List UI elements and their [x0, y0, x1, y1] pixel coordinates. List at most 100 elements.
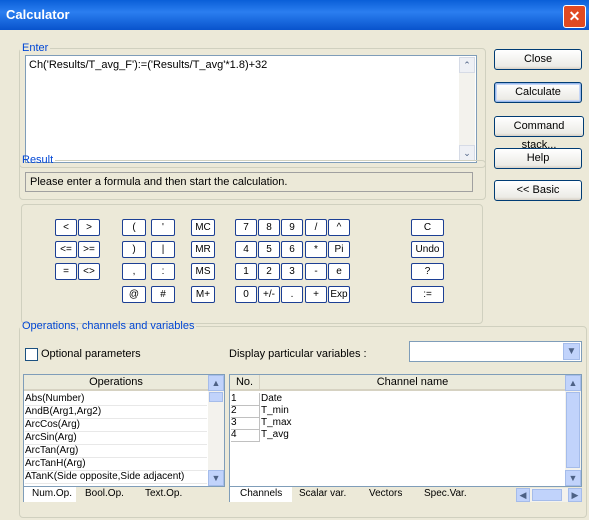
chevron-down-icon[interactable]: ▼	[563, 343, 580, 360]
channel-row-name[interactable]: T_avg	[261, 429, 561, 441]
key-keypad-num-2[interactable]: 9	[281, 219, 303, 236]
channel-row-name[interactable]: T_max	[261, 417, 561, 429]
basic-button[interactable]: << Basic	[494, 180, 582, 201]
key-keypad-ops1-4[interactable]: =	[55, 263, 77, 280]
scroll-up-icon[interactable]: ⌃	[459, 57, 475, 73]
optional-parameters-checkbox[interactable]	[25, 348, 38, 361]
tab-vectors[interactable]: Vectors	[369, 487, 402, 502]
close-button[interactable]: Close	[494, 49, 582, 70]
channels-scroll-up-icon[interactable]: ▲	[565, 375, 581, 391]
display-variables-label: Display particular variables :	[229, 348, 367, 360]
help-button[interactable]: Help	[494, 148, 582, 169]
key-keypad-right-0[interactable]: C	[411, 219, 444, 236]
hscroll-thumb[interactable]	[532, 489, 562, 501]
tab-channels[interactable]: Channels	[229, 487, 292, 502]
key-keypad-ops2-6[interactable]: @	[122, 286, 146, 303]
channels-tabs: Channels Scalar var. Vectors Spec.Var. ◀…	[229, 487, 582, 503]
key-keypad-num-9[interactable]: Pi	[328, 241, 350, 258]
tab-scalar-var-label: Scalar var.	[299, 488, 347, 499]
optional-parameters-label: Optional parameters	[41, 348, 141, 360]
key-keypad-num-8[interactable]: *	[305, 241, 327, 258]
channels-scroll-down-icon[interactable]: ▼	[565, 470, 581, 486]
tab-num-op[interactable]: Num.Op.	[23, 487, 76, 502]
tab-scalar-var[interactable]: Scalar var.	[299, 487, 346, 502]
list-item[interactable]: ArcTan(Arg)	[25, 445, 207, 458]
key-keypad-mem-0[interactable]: MC	[191, 219, 215, 236]
key-keypad-num-10[interactable]: 1	[235, 263, 257, 280]
channels-list[interactable]: No. Channel name 1 Date 2 T_min 3 T_max 4 T_avg…	[229, 374, 582, 487]
formula-input[interactable]: Ch('Results/T_avg_F'):=('Results/T_avg'*…	[25, 55, 477, 163]
key-keypad-num-16[interactable]: +/-	[258, 286, 280, 303]
key-keypad-right-3[interactable]: :=	[411, 286, 444, 303]
channels-scrollbar[interactable]: ▲ ▼	[565, 375, 581, 486]
key-keypad-ops2-5[interactable]: :	[151, 263, 175, 280]
list-item[interactable]: ArcCos(Arg)	[25, 419, 207, 432]
key-keypad-ops2-2[interactable]: )	[122, 241, 146, 258]
key-keypad-ops2-7[interactable]: #	[151, 286, 175, 303]
title-bar: Calculator ✕	[0, 0, 589, 30]
key-keypad-num-18[interactable]: +	[305, 286, 327, 303]
hscroll-right-icon[interactable]: ▶	[568, 488, 582, 502]
key-keypad-ops1-0[interactable]: <	[55, 219, 77, 236]
key-keypad-num-11[interactable]: 2	[258, 263, 280, 280]
key-keypad-right-1[interactable]: Undo	[411, 241, 444, 258]
key-keypad-num-13[interactable]: -	[305, 263, 327, 280]
key-keypad-num-12[interactable]: 3	[281, 263, 303, 280]
key-keypad-num-5[interactable]: 4	[235, 241, 257, 258]
key-keypad-num-15[interactable]: 0	[235, 286, 257, 303]
key-keypad-ops1-3[interactable]: >=	[78, 241, 100, 258]
calculator-body: Enter Ch('Results/T_avg_F'):=('Results/T…	[0, 30, 589, 520]
window-title: Calculator	[6, 7, 70, 22]
key-keypad-ops1-1[interactable]: >	[78, 219, 100, 236]
key-keypad-right-2[interactable]: ?	[411, 263, 444, 280]
operations-scrollbar[interactable]: ▲ ▼	[208, 375, 224, 486]
key-keypad-num-19[interactable]: Exp	[328, 286, 350, 303]
tab-text-op[interactable]: Text.Op.	[145, 487, 182, 502]
operations-scroll-thumb[interactable]	[209, 392, 223, 402]
list-item[interactable]: AndB(Arg1,Arg2)	[25, 406, 207, 419]
operations-list[interactable]: Operations Abs(Number) AndB(Arg1,Arg2) Arc…	[23, 374, 225, 487]
command-stack-button[interactable]: Command stack...	[494, 116, 584, 151]
list-item[interactable]: ArcTanH(Arg)	[25, 458, 207, 471]
key-keypad-num-17[interactable]: .	[281, 286, 303, 303]
key-keypad-num-4[interactable]: ^	[328, 219, 350, 236]
channel-row-number[interactable]: 4	[231, 429, 260, 442]
channel-row-name[interactable]: Date	[261, 393, 561, 405]
channels-col-no: No.	[230, 375, 260, 391]
result-legend: Result	[22, 154, 54, 166]
key-keypad-mem-2[interactable]: MS	[191, 263, 215, 280]
channels-scroll-thumb[interactable]	[566, 392, 580, 468]
calculate-button[interactable]: Calculate	[494, 82, 582, 103]
key-keypad-ops1-5[interactable]: <>	[78, 263, 100, 280]
key-keypad-num-6[interactable]: 5	[258, 241, 280, 258]
list-item[interactable]: ArcSin(Arg)	[25, 432, 207, 445]
list-item[interactable]: ATanK(Side opposite,Side adjacent)	[25, 471, 207, 484]
key-keypad-ops2-0[interactable]: (	[122, 219, 146, 236]
channels-hscrollbar[interactable]: ◀ ▶	[516, 488, 582, 502]
operations-tabs: Num.Op. Bool.Op. Text.Op.	[23, 487, 225, 503]
tab-bool-op[interactable]: Bool.Op.	[85, 487, 124, 502]
tab-spec-var-label: Spec.Var.	[424, 488, 467, 499]
key-keypad-ops1-2[interactable]: <=	[55, 241, 77, 258]
channel-row-name[interactable]: T_min	[261, 405, 561, 417]
key-keypad-num-14[interactable]: e	[328, 263, 350, 280]
display-variables-select[interactable]: ▼	[409, 341, 582, 362]
key-keypad-num-1[interactable]: 8	[258, 219, 280, 236]
key-keypad-ops2-4[interactable]: ,	[122, 263, 146, 280]
formula-scrollbar[interactable]: ⌃ ⌄	[459, 57, 475, 161]
key-keypad-mem-3[interactable]: M+	[191, 286, 215, 303]
key-keypad-num-3[interactable]: /	[305, 219, 327, 236]
tab-spec-var[interactable]: Spec.Var.	[424, 487, 467, 502]
operations-scroll-down-icon[interactable]: ▼	[208, 470, 224, 486]
result-message-box: Please enter a formula and then start th…	[25, 172, 473, 192]
window-close-button[interactable]: ✕	[563, 5, 586, 28]
key-keypad-mem-1[interactable]: MR	[191, 241, 215, 258]
key-keypad-ops2-1[interactable]: '	[151, 219, 175, 236]
operations-scroll-up-icon[interactable]: ▲	[208, 375, 224, 391]
key-keypad-ops2-3[interactable]: |	[151, 241, 175, 258]
enter-legend: Enter	[22, 42, 49, 54]
hscroll-left-icon[interactable]: ◀	[516, 488, 530, 502]
key-keypad-num-0[interactable]: 7	[235, 219, 257, 236]
list-item[interactable]: Abs(Number)	[25, 393, 207, 406]
key-keypad-num-7[interactable]: 6	[281, 241, 303, 258]
